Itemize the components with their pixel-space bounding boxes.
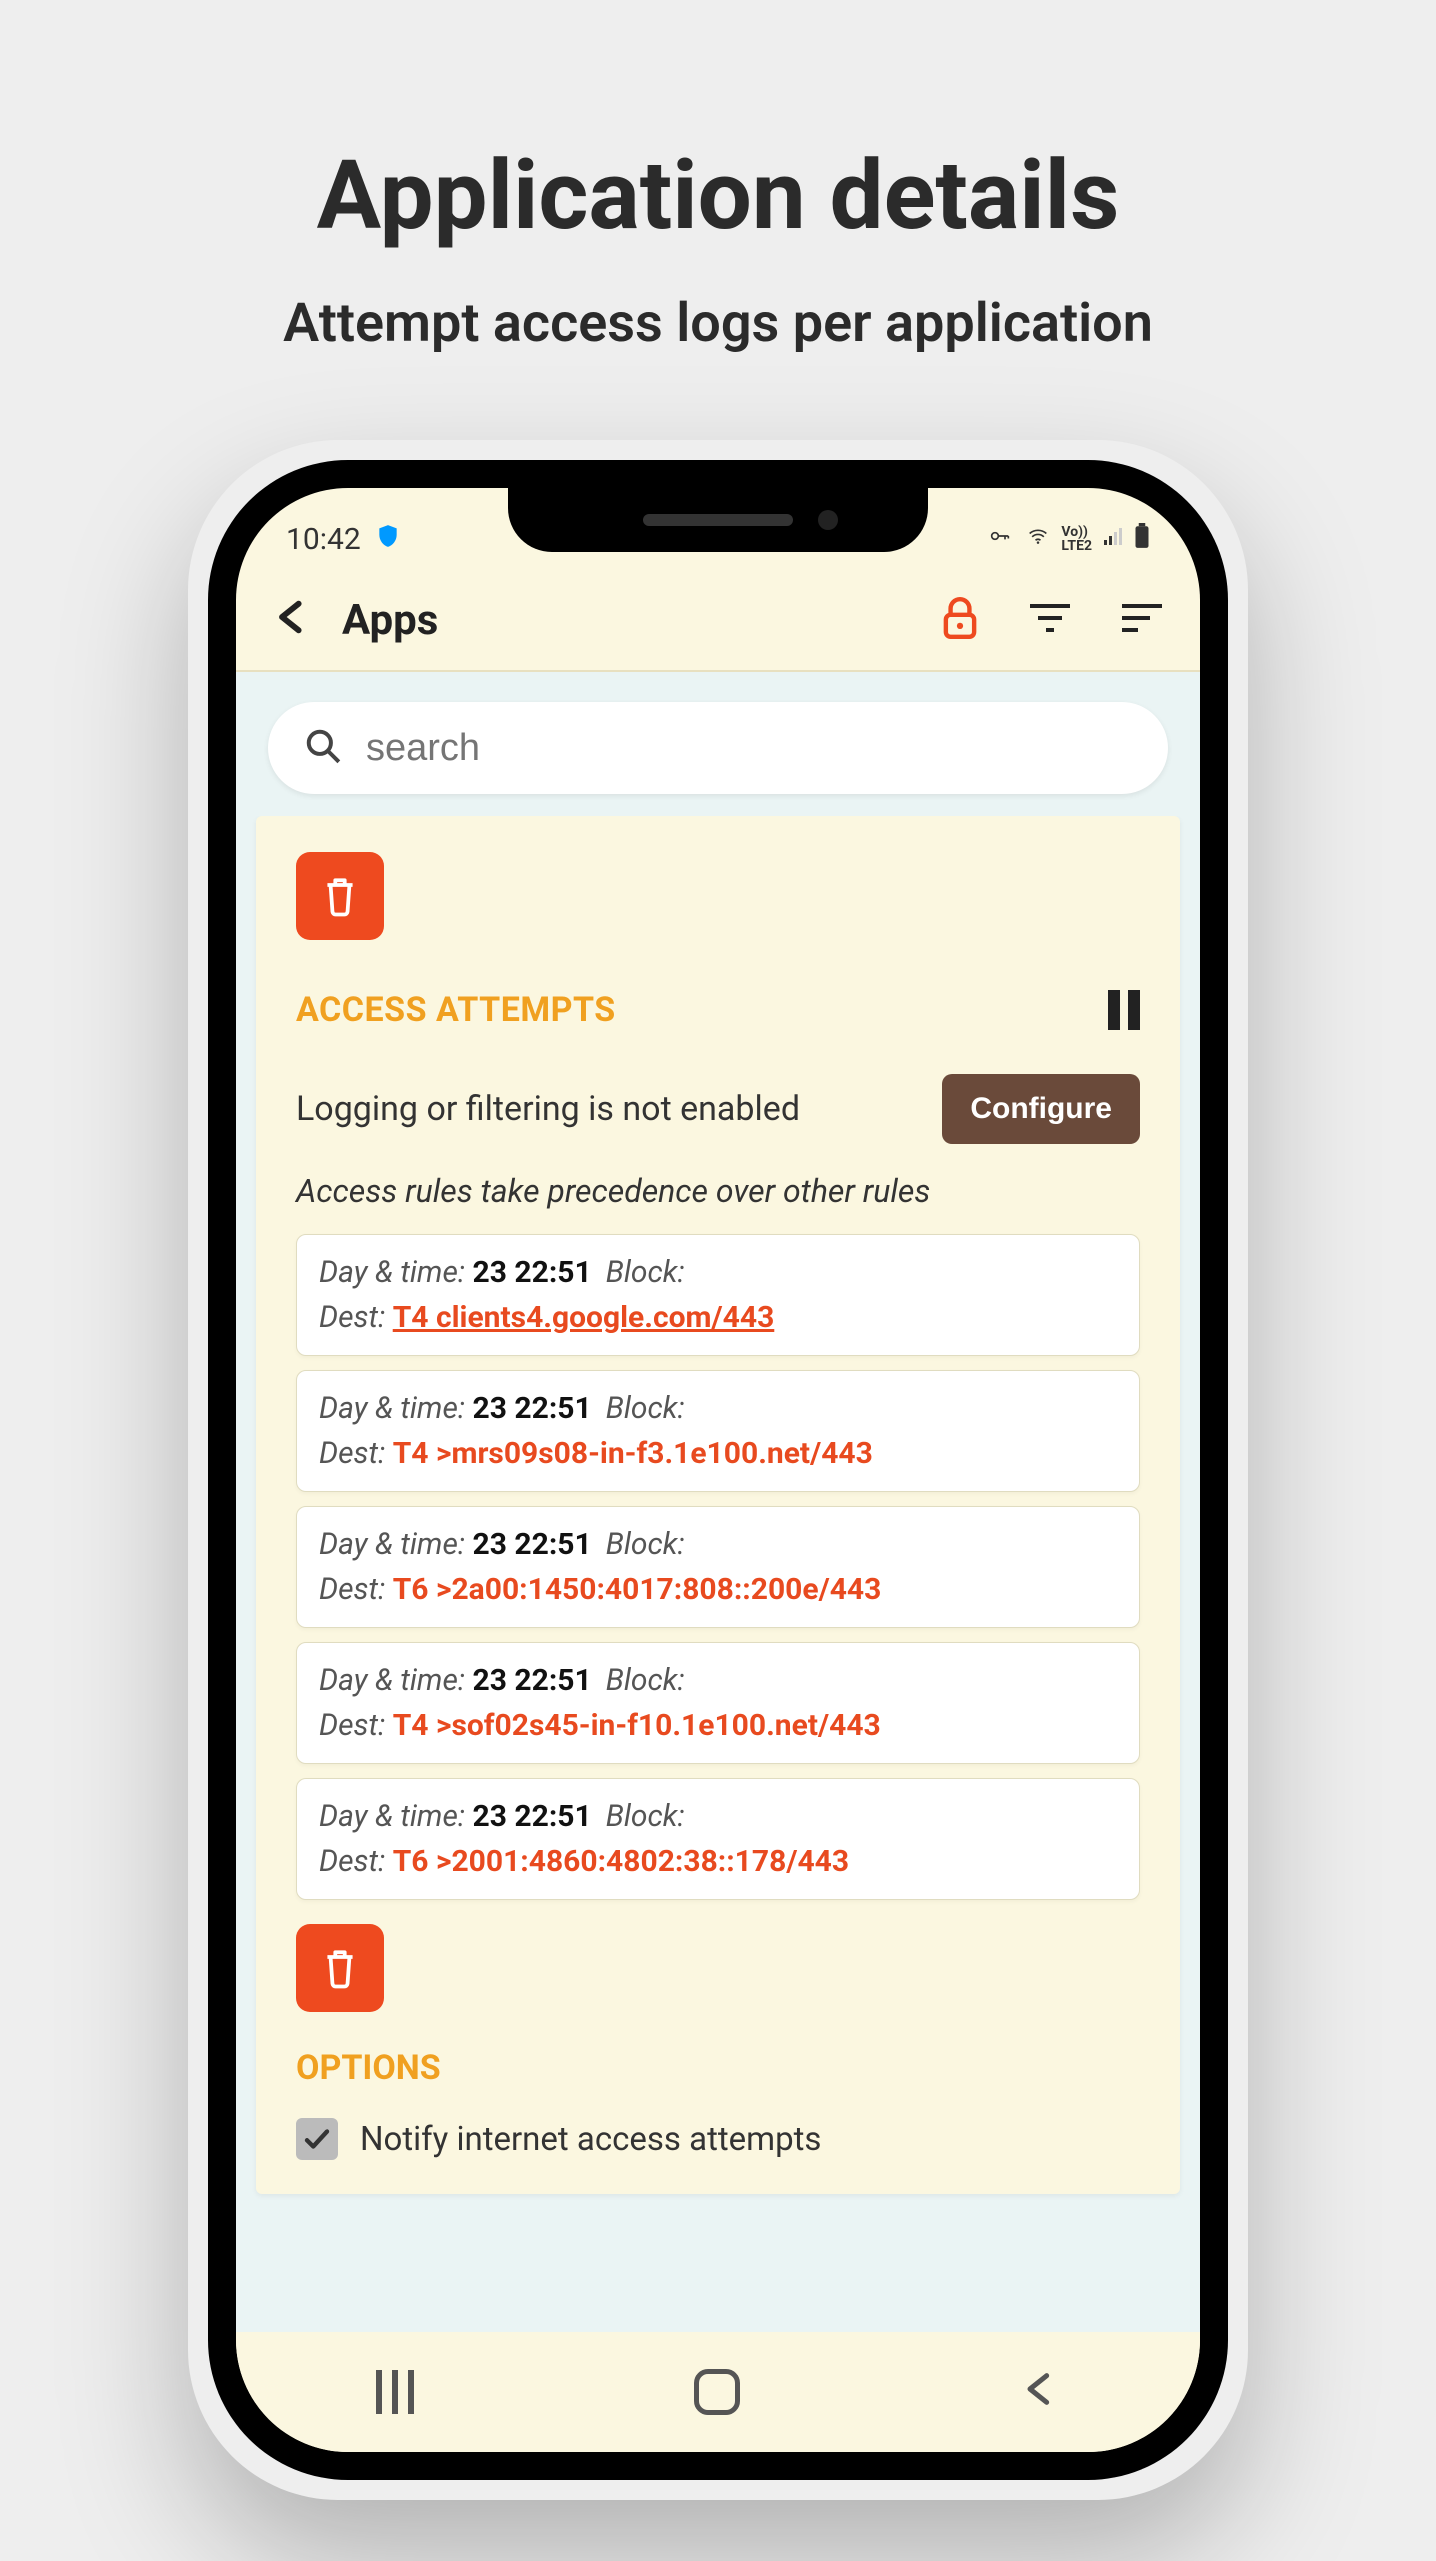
notify-label: Notify internet access attempts bbox=[360, 2120, 821, 2159]
wifi-icon bbox=[1025, 526, 1051, 552]
access-attempts-header: ACCESS ATTEMPTS bbox=[296, 990, 1140, 1030]
main-card: ACCESS ATTEMPTS Logging or filtering is … bbox=[256, 816, 1180, 2194]
delete-top-button[interactable] bbox=[296, 852, 384, 940]
log-item[interactable]: Day & time: 23 22:51Block:Dest: T6 >2001… bbox=[296, 1778, 1140, 1900]
filter-icon[interactable] bbox=[1028, 602, 1072, 638]
log-item[interactable]: Day & time: 23 22:51Block:Dest: T4 >sof0… bbox=[296, 1642, 1140, 1764]
delete-bottom-button[interactable] bbox=[296, 1924, 384, 2012]
battery-icon bbox=[1134, 523, 1150, 555]
search-box[interactable] bbox=[268, 702, 1168, 794]
status-right: Vo))LTE2 bbox=[985, 523, 1150, 555]
phone-frame: 10:42 Vo))LTE2 bbox=[208, 460, 1228, 2480]
phone-screen: 10:42 Vo))LTE2 bbox=[236, 488, 1200, 2452]
option-notify-row: Notify internet access attempts bbox=[296, 2118, 1140, 2160]
pause-button[interactable] bbox=[1108, 990, 1140, 1030]
page-subtitle: Attempt access logs per application bbox=[0, 292, 1436, 355]
page-title: Application details bbox=[0, 0, 1436, 252]
notch bbox=[508, 488, 928, 552]
configure-button[interactable]: Configure bbox=[942, 1074, 1140, 1144]
log-item[interactable]: Day & time: 23 22:51Block:Dest: T6 >2a00… bbox=[296, 1506, 1140, 1628]
lte-indicator: Vo))LTE2 bbox=[1061, 525, 1092, 553]
status-left: 10:42 bbox=[286, 522, 401, 557]
nav-back-button[interactable] bbox=[1020, 2365, 1060, 2419]
config-row: Logging or filtering is not enabled Conf… bbox=[296, 1074, 1140, 1144]
lock-icon[interactable] bbox=[940, 596, 980, 644]
app-bar: Apps bbox=[236, 570, 1200, 672]
search-input[interactable] bbox=[366, 727, 1132, 770]
shield-icon bbox=[375, 523, 401, 556]
search-wrap bbox=[236, 672, 1200, 816]
search-icon bbox=[304, 727, 342, 769]
options-title: OPTIONS bbox=[296, 2048, 1140, 2088]
log-list: Day & time: 23 22:51Block:Dest: T4 clien… bbox=[296, 1234, 1140, 1900]
log-item[interactable]: Day & time: 23 22:51Block:Dest: T4 clien… bbox=[296, 1234, 1140, 1356]
status-time: 10:42 bbox=[286, 522, 361, 557]
access-attempts-title: ACCESS ATTEMPTS bbox=[296, 990, 616, 1030]
nav-home-button[interactable] bbox=[694, 2369, 740, 2415]
nav-recent-button[interactable] bbox=[376, 2370, 414, 2414]
sort-icon[interactable] bbox=[1120, 602, 1164, 638]
back-button[interactable] bbox=[272, 594, 312, 646]
notify-checkbox[interactable] bbox=[296, 2118, 338, 2160]
app-bar-title: Apps bbox=[342, 596, 910, 645]
signal-icon bbox=[1102, 526, 1124, 552]
config-text: Logging or filtering is not enabled bbox=[296, 1089, 800, 1129]
precedence-note: Access rules take precedence over other … bbox=[296, 1172, 1140, 1210]
key-icon bbox=[985, 526, 1015, 552]
log-item[interactable]: Day & time: 23 22:51Block:Dest: T4 >mrs0… bbox=[296, 1370, 1140, 1492]
nav-bar bbox=[236, 2332, 1200, 2452]
content-area: ACCESS ATTEMPTS Logging or filtering is … bbox=[236, 816, 1200, 2332]
